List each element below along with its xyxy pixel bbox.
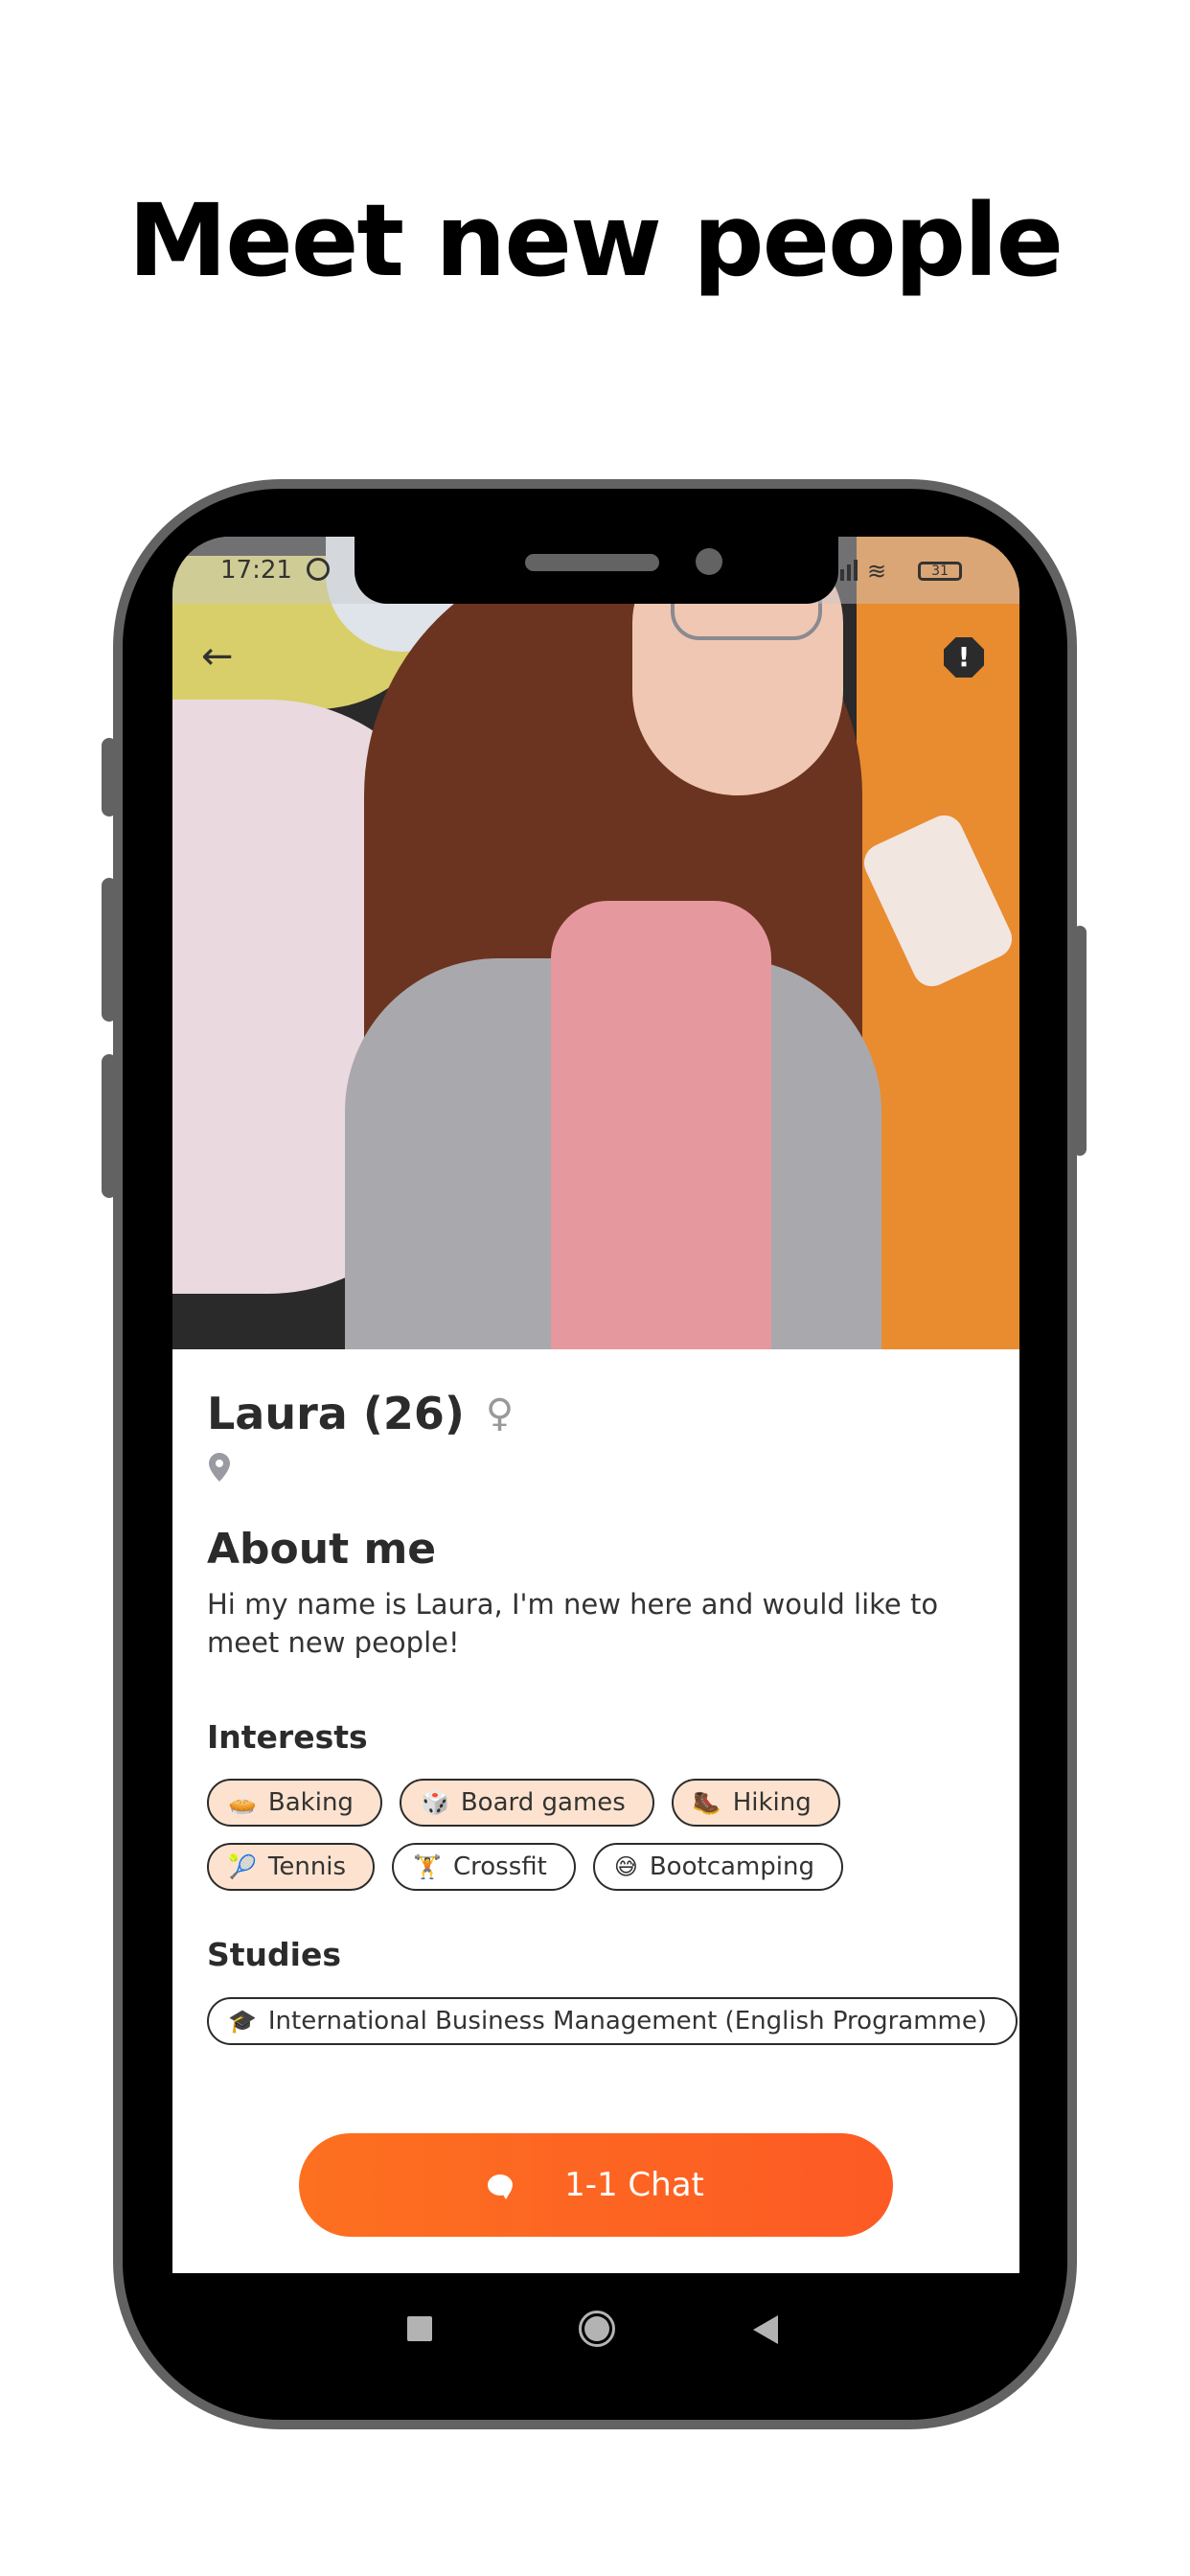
interest-chip[interactable]: 🎲 Board games xyxy=(399,1779,654,1827)
studies-chips: 🎓 International Business Management (Engl… xyxy=(207,1997,1018,2045)
about-me-text: Hi my name is Laura, I'm new here and wo… xyxy=(207,1588,939,1659)
profile-photo[interactable]: 17:21 ≋ 31 ← ! xyxy=(172,537,1019,1349)
interests-chips: 🥧 Baking 🎲 Board games 🥾 Hiking 🎾 Tennis 🏋 Cr… xyxy=(207,1779,1002,1891)
tennis-icon: 🎾 xyxy=(228,1853,257,1880)
chat-button[interactable]: 1-1 Chat xyxy=(299,2133,893,2237)
profile-screen: 17:21 ≋ 31 ← ! Laura (26) ♀ About me Hi … xyxy=(172,537,1019,2273)
interests-title: Interests xyxy=(207,1718,368,1756)
arrow-left-icon: ← xyxy=(201,634,234,678)
phone-speaker xyxy=(525,554,659,571)
about-me-title: About me xyxy=(207,1525,437,1574)
wifi-icon: ≋ xyxy=(867,558,887,585)
profile-name: Laura (26) xyxy=(207,1388,465,1439)
interest-chip[interactable]: 🥧 Baking xyxy=(207,1779,382,1827)
status-time: 17:21 xyxy=(220,556,292,585)
chip-label: Tennis xyxy=(267,1852,347,1881)
headline: Meet new people xyxy=(127,182,1064,299)
report-octagon-icon: ! xyxy=(957,641,971,673)
phone-camera xyxy=(696,548,722,575)
photo-subject-shirt xyxy=(551,901,771,1349)
phone-screen: 17:21 ≋ 31 ← ! Laura (26) ♀ About me Hi … xyxy=(172,537,1019,2396)
back-button[interactable]: ← xyxy=(201,632,249,680)
interest-chip[interactable]: 🏋 Crossfit xyxy=(392,1843,576,1891)
interest-chip[interactable]: 🥾 Hiking xyxy=(671,1779,840,1827)
chip-label: Hiking xyxy=(732,1788,812,1817)
recent-apps-icon[interactable] xyxy=(407,2316,432,2341)
chip-label: Crossfit xyxy=(452,1852,547,1881)
pie-icon: 🥧 xyxy=(228,1789,257,1816)
dice-icon: 🎲 xyxy=(420,1789,449,1816)
battery-icon: 31 xyxy=(918,562,962,581)
back-icon[interactable] xyxy=(753,2315,778,2344)
sweat-smile-icon: 😅 xyxy=(613,1853,638,1880)
chip-label: Bootcamping xyxy=(649,1852,814,1881)
hiking-boot-icon: 🥾 xyxy=(692,1789,721,1816)
alarm-icon xyxy=(307,558,330,581)
android-nav-bar xyxy=(172,2273,1019,2396)
home-icon[interactable] xyxy=(579,2311,615,2347)
name-row: Laura (26) ♀ xyxy=(207,1388,514,1439)
female-icon: ♀ xyxy=(485,1392,515,1436)
weightlifter-icon: 🏋 xyxy=(413,1853,442,1880)
study-chip[interactable]: 🎓 International Business Management (Engl… xyxy=(207,1997,1018,2045)
chat-bubble-icon xyxy=(488,2174,514,2199)
phone-notch xyxy=(355,537,838,604)
chip-label: Baking xyxy=(267,1788,354,1817)
location-pin-icon xyxy=(209,1453,230,1482)
interest-chip[interactable]: 🎾 Tennis xyxy=(207,1843,376,1891)
chip-label: International Business Management (Engli… xyxy=(267,2007,988,2036)
interest-chip[interactable]: 😅 Bootcamping xyxy=(592,1843,843,1891)
studies-title: Studies xyxy=(207,1936,341,1973)
graduation-cap-icon: 🎓 xyxy=(228,2008,257,2035)
chat-button-label: 1-1 Chat xyxy=(564,2166,704,2204)
chip-label: Board games xyxy=(460,1788,626,1817)
